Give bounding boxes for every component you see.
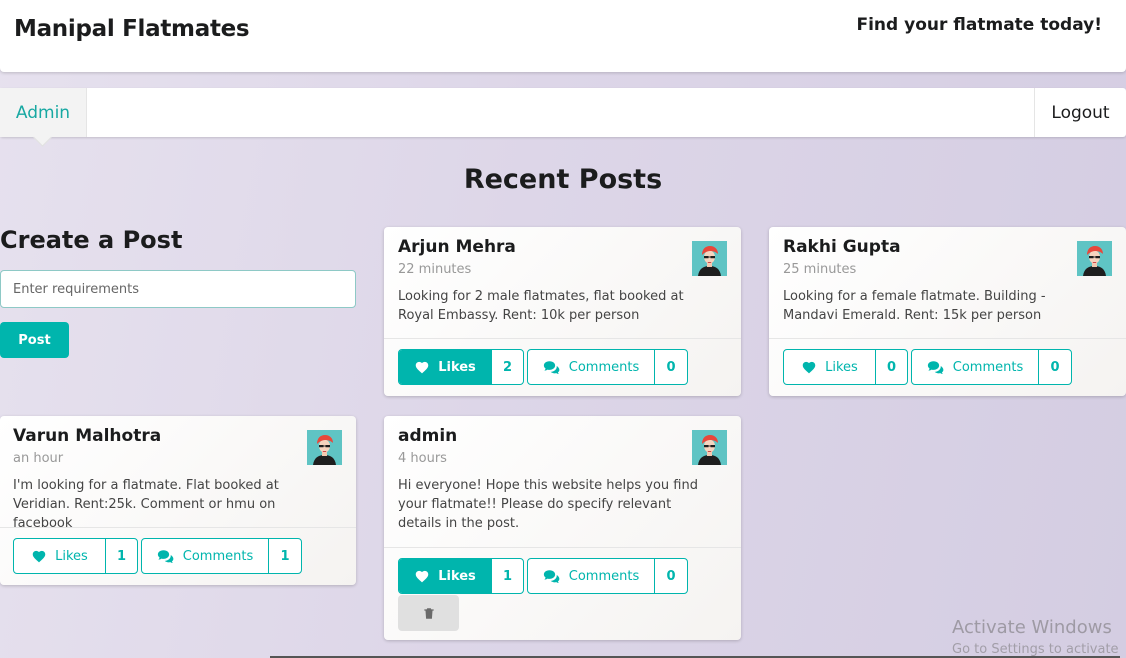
comments-icon: [927, 360, 945, 375]
post-author[interactable]: Varun Malhotra: [13, 426, 161, 446]
activate-windows-title: Activate Windows: [952, 617, 1112, 638]
comments-count: 0: [1050, 359, 1060, 375]
post-time: 25 minutes: [783, 262, 857, 277]
card-divider: [769, 338, 1126, 339]
heart-icon: [801, 360, 817, 375]
post-card: Rakhi Gupta 25 minutes Looking for a fem…: [769, 227, 1126, 396]
post-button[interactable]: Post: [0, 322, 69, 358]
likes-label-box[interactable]: Likes: [14, 539, 106, 573]
avatar: [1077, 241, 1112, 276]
likes-button[interactable]: Likes 0: [783, 349, 908, 385]
likes-button[interactable]: Likes 1: [398, 558, 524, 594]
comments-label-box[interactable]: Comments: [528, 350, 655, 384]
comments-icon: [543, 360, 561, 375]
comments-icon: [543, 569, 561, 584]
comments-label-box[interactable]: Comments: [142, 539, 269, 573]
likes-button[interactable]: Likes 2: [398, 349, 524, 385]
tagline: Find your flatmate today!: [856, 15, 1102, 35]
post-time: 22 minutes: [398, 262, 472, 277]
post-time: 4 hours: [398, 451, 447, 466]
comments-button[interactable]: Comments 1: [141, 538, 302, 574]
likes-count: 1: [502, 568, 513, 584]
comments-label: Comments: [568, 568, 640, 584]
comments-button[interactable]: Comments 0: [911, 349, 1072, 385]
create-post-title: Create a Post: [0, 226, 183, 254]
menu-item-admin[interactable]: Admin: [0, 88, 87, 137]
likes-count: 1: [116, 548, 127, 564]
post-card: admin 4 hours Hi everyone! Hope this web…: [384, 416, 741, 640]
trash-icon: [422, 606, 436, 621]
likes-label-box[interactable]: Likes: [399, 350, 492, 384]
comments-button[interactable]: Comments 0: [527, 349, 688, 385]
comments-label-box[interactable]: Comments: [912, 350, 1039, 384]
comments-label: Comments: [952, 359, 1024, 375]
post-text: Looking for a female flatmate. Building …: [783, 289, 1046, 323]
post-author[interactable]: admin: [398, 426, 457, 446]
brand-title[interactable]: Manipal Flatmates: [14, 16, 250, 42]
likes-count: 0: [886, 359, 897, 375]
logout-link[interactable]: Logout: [1034, 88, 1126, 137]
heart-icon: [414, 360, 430, 375]
likes-label: Likes: [55, 548, 88, 564]
delete-post-button[interactable]: [398, 595, 459, 631]
likes-label-box[interactable]: Likes: [784, 350, 876, 384]
top-header: Manipal Flatmates Find your flatmate tod…: [0, 0, 1126, 72]
post-text: I'm looking for a flatmate. Flat booked …: [13, 478, 279, 531]
avatar: [307, 430, 342, 465]
post-text: Looking for 2 male flatmates, flat booke…: [398, 289, 684, 323]
card-divider: [0, 527, 356, 528]
comments-count: 0: [666, 568, 676, 584]
likes-button[interactable]: Likes 1: [13, 538, 138, 574]
menu-bar: Admin Logout: [0, 88, 1126, 137]
heart-icon: [414, 569, 430, 584]
comments-label: Comments: [568, 359, 640, 375]
comments-icon: [157, 549, 175, 564]
comments-button[interactable]: Comments 0: [527, 558, 688, 594]
activate-windows-subtitle: Go to Settings to activate: [952, 642, 1119, 657]
card-divider: [384, 547, 741, 548]
page-title: Recent Posts: [463, 164, 663, 195]
post-card: Varun Malhotra an hour I'm looking for a…: [0, 416, 356, 585]
card-divider: [384, 338, 741, 339]
comments-count: 1: [280, 548, 290, 564]
heart-icon: [31, 549, 47, 564]
comments-label: Comments: [182, 548, 254, 564]
post-author[interactable]: Rakhi Gupta: [783, 237, 901, 257]
requirements-input[interactable]: [0, 270, 356, 308]
likes-label: Likes: [438, 359, 476, 375]
post-text: Hi everyone! Hope this website helps you…: [398, 478, 698, 531]
likes-label: Likes: [825, 359, 858, 375]
likes-label: Likes: [438, 568, 476, 584]
avatar: [692, 241, 727, 276]
post-time: an hour: [13, 451, 64, 466]
comments-label-box[interactable]: Comments: [528, 559, 655, 593]
likes-count: 2: [502, 359, 513, 375]
post-card: Arjun Mehra 22 minutes Looking for 2 mal…: [384, 227, 741, 396]
comments-count: 0: [666, 359, 676, 375]
post-author[interactable]: Arjun Mehra: [398, 237, 516, 257]
likes-label-box[interactable]: Likes: [399, 559, 492, 593]
avatar: [692, 430, 727, 465]
